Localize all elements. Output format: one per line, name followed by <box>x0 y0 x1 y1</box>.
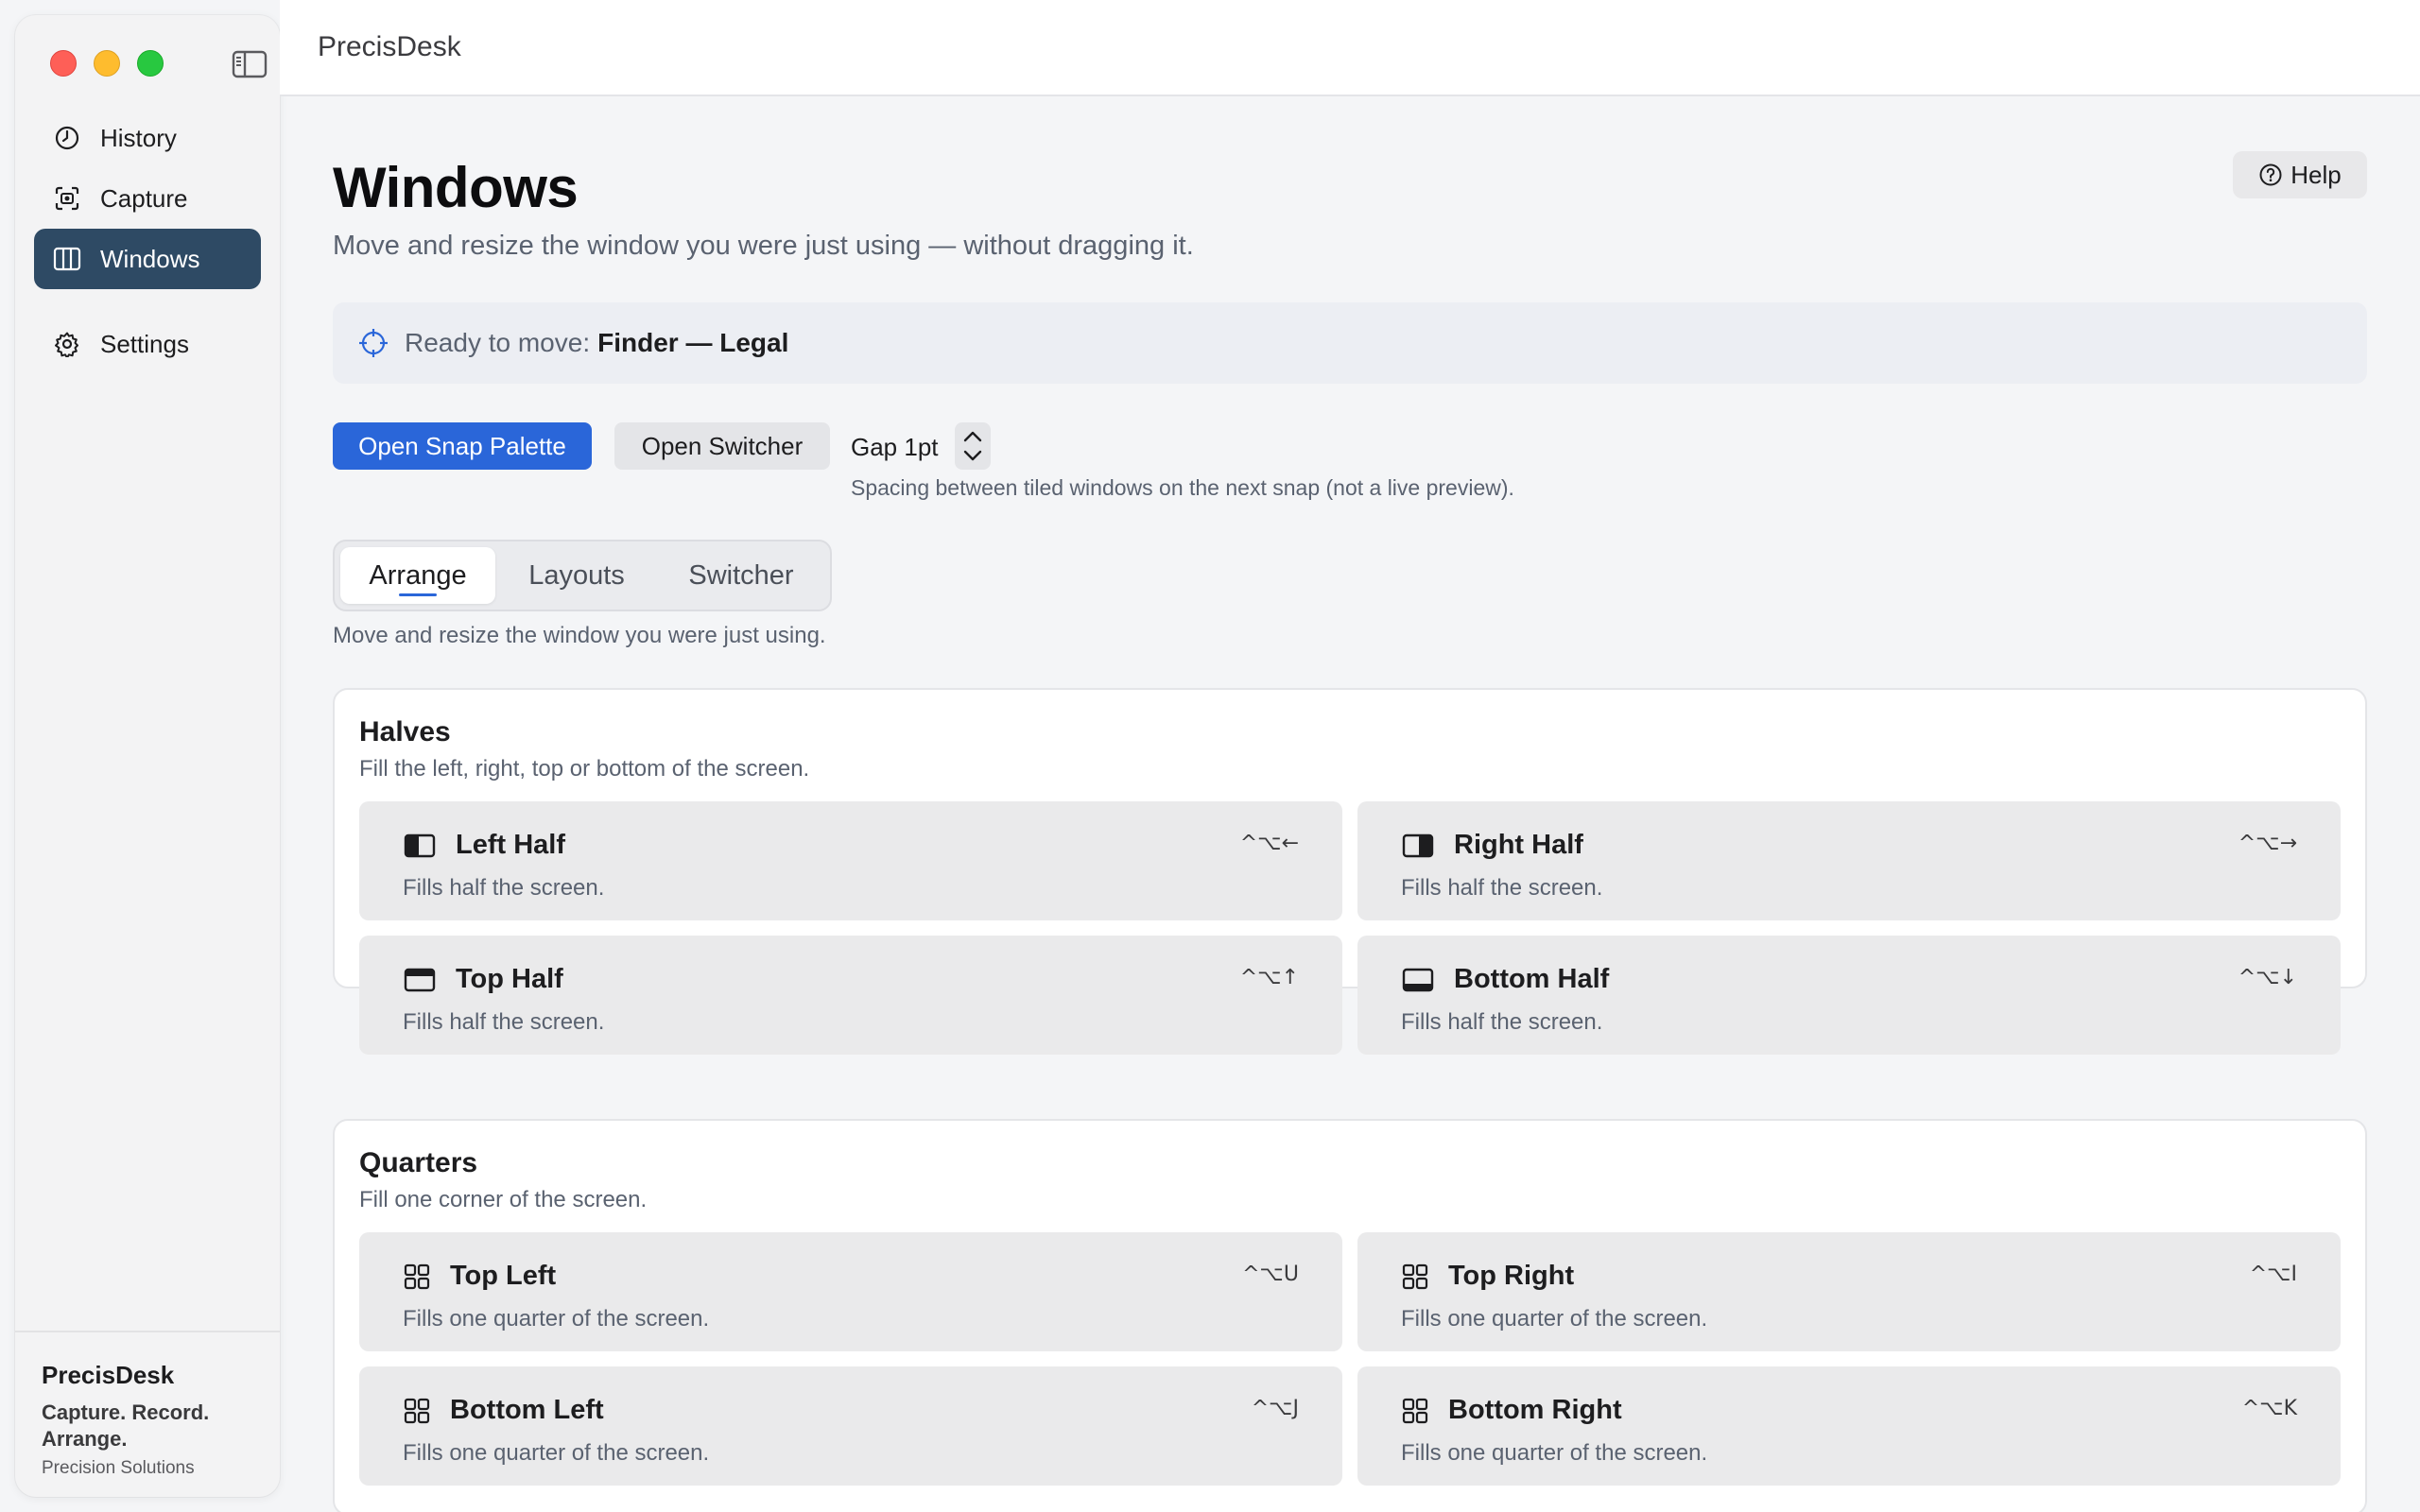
app-window: History Capture Windows Settings PrecisD… <box>0 0 2420 1512</box>
card-description: Fills one quarter of the screen. <box>403 1306 710 1332</box>
bottom-right-card[interactable]: Bottom Right Fills one quarter of the sc… <box>1357 1366 2341 1486</box>
chevron-down-icon[interactable] <box>961 446 984 465</box>
keyboard-shortcut: ^⌥← <box>1239 832 1299 855</box>
footer-tagline: Capture. Record. Arrange. <box>42 1400 210 1451</box>
top-half-icon <box>403 966 437 994</box>
bottom-half-icon <box>1401 966 1435 994</box>
page-subtitle: Move and resize the window you were just… <box>333 231 1194 261</box>
sidebar-item-label: Windows <box>100 244 200 273</box>
help-label: Help <box>2290 160 2342 189</box>
keyboard-shortcut: ^⌥U <box>1242 1263 1299 1286</box>
minimize-window-button[interactable] <box>94 50 120 77</box>
section-title: Halves <box>359 716 451 747</box>
top-left-card[interactable]: Top Left Fills one quarter of the screen… <box>359 1232 1342 1351</box>
clock-icon <box>53 124 81 152</box>
camera-capture-icon <box>53 184 81 213</box>
section-title: Quarters <box>359 1147 478 1178</box>
card-title: Bottom Half <box>1454 964 1610 994</box>
card-description: Fills one quarter of the screen. <box>1401 1440 1708 1466</box>
keyboard-shortcut: ^⌥J <box>1251 1397 1299 1420</box>
sidebar-item-capture[interactable]: Capture <box>34 168 261 229</box>
sidebar-nav: History Capture Windows Settings <box>34 108 261 374</box>
card-title: Top Left <box>450 1261 557 1291</box>
open-switcher-button[interactable]: Open Switcher <box>614 422 830 470</box>
card-description: Fills one quarter of the screen. <box>403 1440 710 1466</box>
sidebar-item-label: History <box>100 123 177 152</box>
sidebar-item-label: Settings <box>100 329 189 358</box>
grid-icon <box>1401 1263 1429 1291</box>
card-title: Bottom Left <box>450 1395 604 1425</box>
card-description: Fills half the screen. <box>1401 875 1603 901</box>
card-title: Right Half <box>1454 830 1583 860</box>
card-title: Left Half <box>456 830 565 860</box>
card-title: Top Half <box>456 964 563 994</box>
tab-layouts[interactable]: Layouts <box>495 547 658 604</box>
help-button[interactable]: Help <box>2233 151 2367 198</box>
card-description: Fills half the screen. <box>1401 1009 1603 1035</box>
grid-icon <box>403 1263 431 1291</box>
ready-banner: Ready to move: Finder — Legal <box>333 302 2367 384</box>
tab-label: Layouts <box>528 559 625 591</box>
question-circle-icon <box>2258 163 2283 187</box>
right-half-card[interactable]: Right Half Fills half the screen. ^⌥→ <box>1357 801 2341 920</box>
segmented-tabs: Arrange Layouts Switcher <box>333 540 832 611</box>
close-window-button[interactable] <box>50 50 77 77</box>
zoom-window-button[interactable] <box>137 50 164 77</box>
footer-app-name: PrecisDesk <box>42 1361 175 1389</box>
quarters-section: Quarters Fill one corner of the screen. … <box>333 1119 2367 1512</box>
halves-section: Halves Fill the left, right, top or bott… <box>333 688 2367 1055</box>
ready-prefix: Ready to move: <box>405 328 591 357</box>
card-title: Bottom Right <box>1448 1395 1622 1425</box>
bottom-half-card[interactable]: Bottom Half Fills half the screen. ^⌥↓ <box>1357 936 2341 1055</box>
sidebar: History Capture Windows Settings PrecisD… <box>15 15 280 1497</box>
card-description: Fills one quarter of the screen. <box>1401 1306 1708 1332</box>
sidebar-item-label: Capture <box>100 183 188 213</box>
section-subtitle: Fill the left, right, top or bottom of t… <box>359 756 810 782</box>
grid-icon <box>403 1397 431 1425</box>
keyboard-shortcut: ^⌥↓ <box>2238 966 2297 989</box>
chevron-up-icon[interactable] <box>961 427 984 446</box>
bottom-left-card[interactable]: Bottom Left Fills one quarter of the scr… <box>359 1366 1342 1486</box>
title-bar: PrecisDesk <box>280 0 2420 96</box>
sidebar-footer: PrecisDesk Capture. Record. Arrange. Pre… <box>15 1331 280 1497</box>
tab-arrange[interactable]: Arrange <box>340 547 495 604</box>
grid-icon <box>1401 1397 1429 1425</box>
keyboard-shortcut: ^⌥↑ <box>1239 966 1299 989</box>
right-half-icon <box>1401 832 1435 860</box>
sidebar-item-history[interactable]: History <box>34 108 261 168</box>
tab-switcher[interactable]: Switcher <box>658 547 824 604</box>
crosshair-icon <box>357 327 389 359</box>
section-subtitle: Fill one corner of the screen. <box>359 1187 648 1212</box>
top-half-card[interactable]: Top Half Fills half the screen. ^⌥↑ <box>359 936 1342 1055</box>
footer-company: Precision Solutions <box>42 1458 195 1478</box>
gap-stepper[interactable] <box>955 422 991 470</box>
card-description: Fills half the screen. <box>403 875 605 901</box>
gap-hint: Spacing between tiled windows on the nex… <box>851 475 1514 500</box>
app-title: PrecisDesk <box>318 31 461 62</box>
open-snap-palette-button[interactable]: Open Snap Palette <box>333 422 592 470</box>
page-title: Windows <box>333 156 579 219</box>
tab-label: Arrange <box>369 559 467 591</box>
keyboard-shortcut: ^⌥K <box>2241 1397 2297 1420</box>
top-right-card[interactable]: Top Right Fills one quarter of the scree… <box>1357 1232 2341 1351</box>
action-row: Open Snap Palette Open Switcher Gap 1pt … <box>333 422 2367 536</box>
left-half-card[interactable]: Left Half Fills half the screen. ^⌥← <box>359 801 1342 920</box>
tab-description: Move and resize the window you were just… <box>333 623 826 648</box>
gear-icon <box>53 330 81 358</box>
tab-label: Switcher <box>688 559 794 591</box>
gap-value-label: Gap 1pt <box>851 433 939 461</box>
columns-icon <box>53 245 81 273</box>
sidebar-toggle-icon[interactable] <box>232 50 268 78</box>
card-title: Top Right <box>1448 1261 1575 1291</box>
keyboard-shortcut: ^⌥→ <box>2238 832 2297 855</box>
keyboard-shortcut: ^⌥I <box>2249 1263 2297 1286</box>
left-half-icon <box>403 832 437 860</box>
ready-target: Finder — Legal <box>597 328 789 357</box>
active-tab-indicator <box>399 593 437 596</box>
sidebar-item-settings[interactable]: Settings <box>34 314 261 374</box>
card-description: Fills half the screen. <box>403 1009 605 1035</box>
sidebar-item-windows[interactable]: Windows <box>34 229 261 289</box>
